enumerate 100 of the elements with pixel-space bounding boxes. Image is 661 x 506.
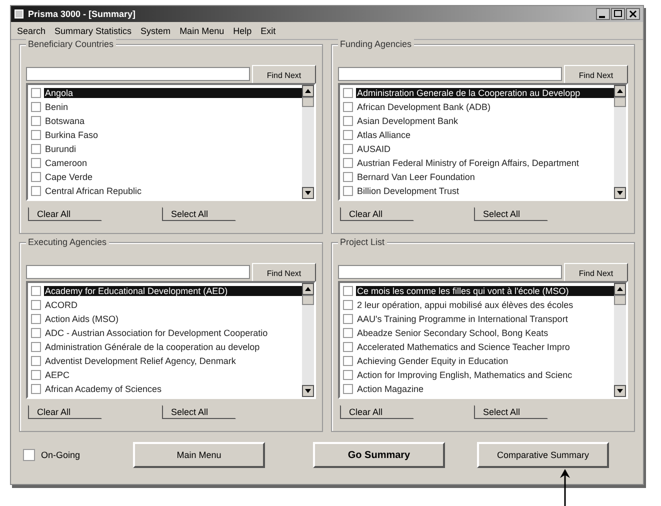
checkbox[interactable] xyxy=(343,144,353,154)
checkbox[interactable] xyxy=(31,370,41,380)
list-item[interactable]: Botswana xyxy=(44,116,302,126)
list-item[interactable]: Action Magazine xyxy=(356,384,614,394)
main-menu-button[interactable]: Main Menu xyxy=(133,442,265,468)
list-item[interactable]: Administration Générale de la cooperation au develop xyxy=(44,342,302,352)
close-icon[interactable] xyxy=(626,8,640,20)
scrollbar[interactable] xyxy=(302,283,314,397)
menu-item[interactable]: Help xyxy=(233,26,252,36)
search-field[interactable] xyxy=(26,67,250,81)
checkbox[interactable] xyxy=(31,286,41,296)
list-item[interactable]: African Academy of Sciences xyxy=(44,384,302,394)
find-next-button[interactable]: Find Next xyxy=(252,65,316,85)
checkbox[interactable] xyxy=(343,158,353,168)
select-all-button[interactable]: Select All xyxy=(474,405,548,419)
scroll-down-icon[interactable] xyxy=(614,385,626,397)
checkbox[interactable] xyxy=(31,356,41,366)
list-item[interactable]: AAU's Training Programme in International Transport xyxy=(356,314,614,324)
list-item[interactable]: Angola xyxy=(44,88,302,98)
list-item[interactable]: AEPC xyxy=(44,370,302,380)
checkbox[interactable] xyxy=(343,286,353,296)
checkbox[interactable] xyxy=(343,186,353,196)
search-field[interactable] xyxy=(338,265,562,279)
find-next-button[interactable]: Find Next xyxy=(564,263,628,283)
checkbox[interactable] xyxy=(31,88,41,98)
clear-all-button[interactable]: Clear All xyxy=(340,207,414,221)
checkbox[interactable] xyxy=(343,370,353,380)
scroll-up-icon[interactable] xyxy=(614,283,626,295)
scroll-down-icon[interactable] xyxy=(614,187,626,199)
list-item[interactable]: Atlas Alliance xyxy=(356,130,614,140)
menu-item[interactable]: Main Menu xyxy=(180,26,224,36)
checkbox[interactable] xyxy=(31,172,41,182)
checkbox[interactable] xyxy=(343,116,353,126)
menu-item[interactable]: Exit xyxy=(260,26,276,36)
list-item[interactable]: Burundi xyxy=(44,144,302,154)
checkbox[interactable] xyxy=(31,158,41,168)
scrollbar[interactable] xyxy=(614,85,626,199)
menu-item[interactable]: Search xyxy=(17,26,46,36)
minimize-icon[interactable] xyxy=(596,8,610,20)
scroll-down-icon[interactable] xyxy=(302,187,314,199)
list-item[interactable]: Bernard Van Leer Foundation xyxy=(356,172,614,182)
scroll-thumb[interactable] xyxy=(302,295,314,305)
checkbox[interactable] xyxy=(343,356,353,366)
find-next-button[interactable]: Find Next xyxy=(564,65,628,85)
scrollbar[interactable] xyxy=(614,283,626,397)
checkbox[interactable] xyxy=(23,449,35,461)
list-item[interactable]: 2 leur opération, appui mobilisé aux élèves des écoles xyxy=(356,300,614,310)
checkbox[interactable] xyxy=(31,116,41,126)
checkbox[interactable] xyxy=(343,102,353,112)
list-item[interactable]: Academy for Educational Development (AED) xyxy=(44,286,302,296)
list-item[interactable]: AUSAID xyxy=(356,144,614,154)
list-item[interactable]: Central African Republic xyxy=(44,186,302,196)
list-item[interactable]: Action Aids (MSO) xyxy=(44,314,302,324)
list-item[interactable]: ACORD xyxy=(44,300,302,310)
checkbox[interactable] xyxy=(343,328,353,338)
maximize-icon[interactable] xyxy=(611,8,625,20)
list-item[interactable]: ADC - Austrian Association for Development Cooperatio xyxy=(44,328,302,338)
list-item[interactable]: Benin xyxy=(44,102,302,112)
checkbox[interactable] xyxy=(31,102,41,112)
find-next-button[interactable]: Find Next xyxy=(252,263,316,283)
menu-item[interactable]: System xyxy=(140,26,171,36)
checkbox[interactable] xyxy=(31,384,41,394)
checkbox[interactable] xyxy=(343,130,353,140)
scroll-up-icon[interactable] xyxy=(302,85,314,97)
scroll-up-icon[interactable] xyxy=(302,283,314,295)
list-item[interactable]: Asian Development Bank xyxy=(356,116,614,126)
checkbox[interactable] xyxy=(31,314,41,324)
checkbox[interactable] xyxy=(343,88,353,98)
checkbox[interactable] xyxy=(343,314,353,324)
scroll-down-icon[interactable] xyxy=(302,385,314,397)
scroll-thumb[interactable] xyxy=(302,97,314,107)
scroll-up-icon[interactable] xyxy=(614,85,626,97)
clear-all-button[interactable]: Clear All xyxy=(340,405,414,419)
checkbox[interactable] xyxy=(31,130,41,140)
list-item[interactable]: Billion Development Trust xyxy=(356,186,614,196)
list-item[interactable]: Burkina Faso xyxy=(44,130,302,140)
checkbox[interactable] xyxy=(343,342,353,352)
list-item[interactable]: Cape Verde xyxy=(44,172,302,182)
list-item[interactable]: Adventist Development Relief Agency, Denmark xyxy=(44,356,302,366)
checkbox[interactable] xyxy=(31,328,41,338)
select-all-button[interactable]: Select All xyxy=(162,405,236,419)
list-item[interactable]: Action for Improving English, Mathematics and Scienc xyxy=(356,370,614,380)
clear-all-button[interactable]: Clear All xyxy=(28,207,102,221)
clear-all-button[interactable]: Clear All xyxy=(28,405,102,419)
list-item[interactable]: Ce mois les comme les filles qui vont à l'école (MSO) xyxy=(356,286,614,296)
checkbox[interactable] xyxy=(31,186,41,196)
list-item[interactable]: Abeadze Senior Secondary School, Bong Keats xyxy=(356,328,614,338)
checkbox[interactable] xyxy=(31,300,41,310)
menu-item[interactable]: Summary Statistics xyxy=(54,26,132,36)
scroll-thumb[interactable] xyxy=(614,295,626,305)
checkbox[interactable] xyxy=(343,384,353,394)
checkbox[interactable] xyxy=(31,342,41,352)
search-field[interactable] xyxy=(338,67,562,81)
scroll-thumb[interactable] xyxy=(614,97,626,107)
list-item[interactable]: Cameroon xyxy=(44,158,302,168)
list-item[interactable]: Achieving Gender Equity in Education xyxy=(356,356,614,366)
list-item[interactable]: Administration Generale de la Cooperation au Developp xyxy=(356,88,614,98)
list-item[interactable]: Accelerated Mathematics and Science Teacher Impro xyxy=(356,342,614,352)
list-item[interactable]: African Development Bank (ADB) xyxy=(356,102,614,112)
select-all-button[interactable]: Select All xyxy=(474,207,548,221)
